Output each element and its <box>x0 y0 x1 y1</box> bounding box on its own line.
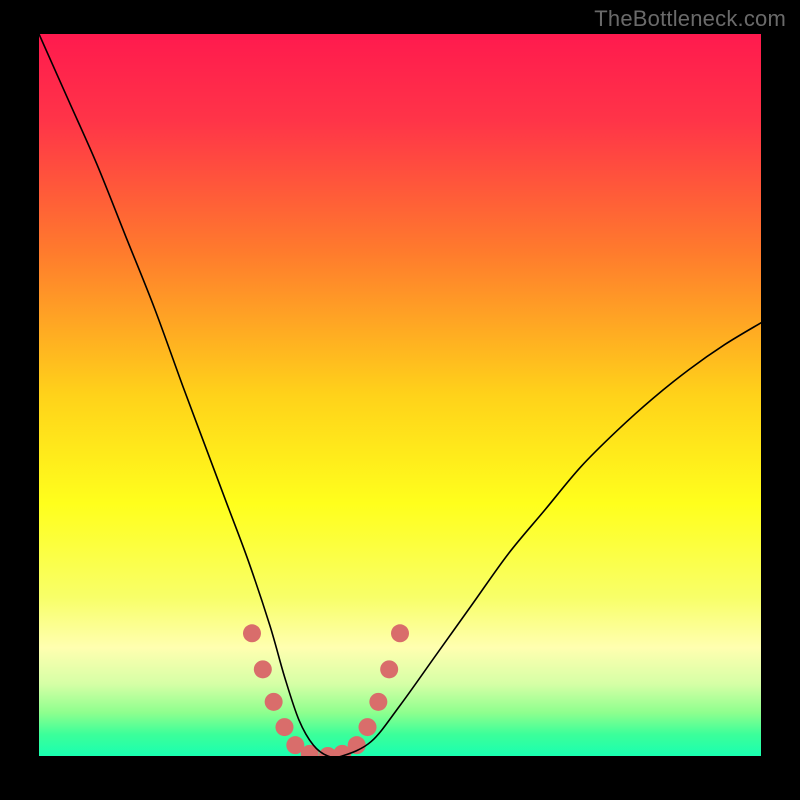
highlight-marker <box>348 736 366 754</box>
highlight-marker <box>369 693 387 711</box>
chart-frame: TheBottleneck.com <box>0 0 800 800</box>
highlight-marker <box>391 624 409 642</box>
highlight-marker <box>359 718 377 736</box>
highlight-marker <box>265 693 283 711</box>
bottleneck-chart <box>39 34 761 756</box>
gradient-background <box>39 34 761 756</box>
highlight-marker <box>380 660 398 678</box>
highlight-marker <box>254 660 272 678</box>
watermark-text: TheBottleneck.com <box>594 6 786 32</box>
highlight-marker <box>243 624 261 642</box>
highlight-marker <box>275 718 293 736</box>
